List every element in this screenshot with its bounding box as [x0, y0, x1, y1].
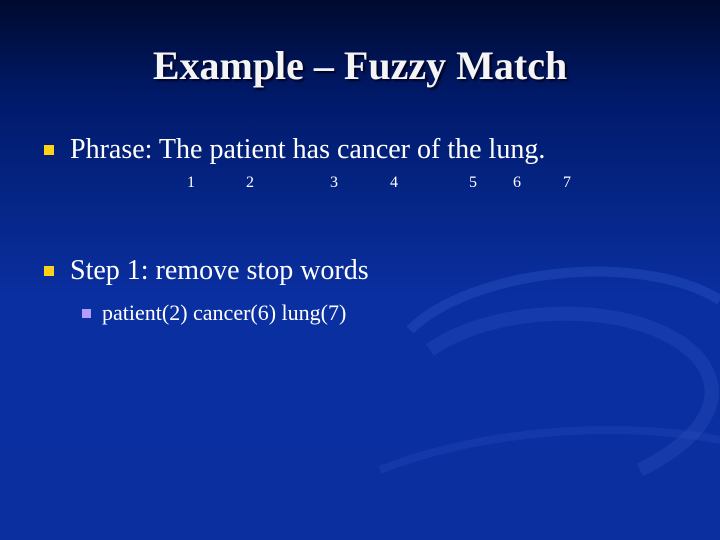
- slide-title: Example – Fuzzy Match: [152, 43, 568, 88]
- sub-bullet-keywords: patient(2) cancer(6) lung(7): [82, 300, 346, 326]
- word-number: 6: [513, 174, 521, 191]
- square-bullet-icon: [82, 308, 91, 318]
- square-bullet-icon: [44, 266, 54, 276]
- sub-bullet-keywords-text: patient(2) cancer(6) lung(7): [102, 300, 347, 325]
- word-number: 4: [390, 174, 398, 191]
- word-number: 1: [187, 174, 195, 191]
- word-number: 7: [563, 174, 571, 191]
- square-bullet-icon: [44, 145, 54, 155]
- bullet-phrase: Phrase: The patient has cancer of the lu…: [44, 134, 545, 166]
- word-number: 2: [246, 174, 254, 191]
- bullet-phrase-text: Phrase: The patient has cancer of the lu…: [70, 134, 546, 165]
- bullet-step1: Step 1: remove stop words: [44, 255, 369, 287]
- word-number: 3: [330, 174, 338, 191]
- word-number: 5: [469, 174, 477, 191]
- bullet-step1-text: Step 1: remove stop words: [70, 255, 369, 286]
